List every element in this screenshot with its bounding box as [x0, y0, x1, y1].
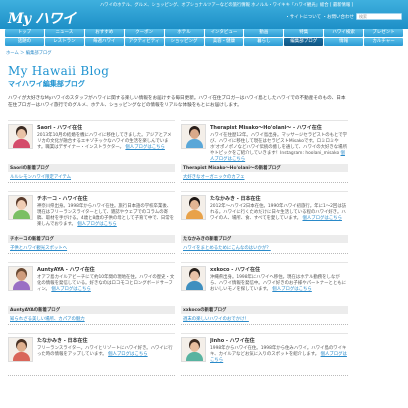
personal-blog-link[interactable]: 個人ブログはこちら [125, 145, 165, 150]
recent-blog-heading: AuntyAYAの新着ブログ [8, 306, 175, 314]
personal-blog-link[interactable]: 個人ブログはこちら [77, 222, 117, 227]
blogger-avatar[interactable] [8, 195, 33, 220]
recent-blog-link[interactable]: 知られざる美しい場所、カパアの魅力 [8, 314, 175, 324]
page-title: My Hawaii Blog [8, 64, 110, 78]
recent-blog-link[interactable]: 週末の楽しいハワイのおでかけ！ [181, 314, 348, 324]
recent-blog-link[interactable]: ルルレモンハワイ限定アイテム [8, 172, 175, 182]
nav-item[interactable]: インタビュー [204, 29, 244, 37]
blogger-avatar[interactable] [181, 195, 206, 220]
nav-item[interactable]: 毎週ハワイ [84, 38, 124, 46]
search-input[interactable]: 検索 [356, 13, 402, 20]
intro-text: ハワイが大好きなMyハワイのスタッフがハワイに関する楽しい情報をお届けする毎日更… [8, 96, 346, 108]
blogger-card: チホーコ - ハワイ在住神奈川県出身。1998年からハワイ在住。旅行日本語の学校… [8, 191, 175, 254]
blogger-name: たなかみき - 日本在住 [37, 338, 88, 344]
blogger-card: xxkoco - ハワイ在住沖縄県出身。1998年にハワイへ移住。現在はホテル勤… [181, 262, 348, 325]
recent-blog-heading: たなかみきの新着ブログ [181, 235, 348, 243]
blogger-bio: ハワイ在住歴12年。ハワイ島出身。マッサージセラピストのもとで学び、ハワイに移住… [210, 133, 348, 163]
personal-blog-link[interactable]: 個人ブログはこちら [51, 287, 91, 292]
nav-item[interactable]: ニュース [44, 29, 84, 37]
nav-item[interactable]: おすすめ [84, 29, 124, 37]
blogger-avatar[interactable] [181, 337, 206, 362]
blogger-card: Therapist Misako〜Ho'olani〜 - ハワイ在住ハワイ在住歴… [181, 120, 348, 183]
blogger-bio: 神奈川県出身。1998年からハワイ在住。旅行日本語の学校卒業後、現在はフリーラン… [37, 204, 175, 228]
blogger-bio: フリーランスライター。ハワイとリゾートにハワイ好き。ハワイに行った時の情報をアッ… [37, 346, 175, 358]
nav-item[interactable]: プレゼント [364, 29, 403, 37]
nav-item[interactable]: 情報 [324, 38, 364, 46]
site-logo[interactable]: My ハワイ [8, 8, 76, 28]
blogger-card: たなかみき - 日本在住 2012年〜ハワイ2日本在住。1990年ハワイ初旅行。年… [181, 191, 348, 254]
personal-blog-link[interactable]: 個人ブログはこちら [302, 216, 342, 221]
recent-blog-link[interactable]: 子供とハワイ観光スポットへ [8, 243, 175, 253]
nav-item[interactable]: ホテル [164, 29, 204, 37]
blogger-name: チホーコ - ハワイ在住 [37, 196, 88, 202]
blogger-avatar[interactable] [8, 266, 33, 291]
site-header: My ハワイ ハワイのホテル、グルメ、ショッピング、オプショナルツアーなどの旅行… [0, 0, 408, 29]
recent-blog-heading: Therapist Misako〜Ho'olani〜の新着ブログ [181, 164, 348, 172]
blogger-avatar[interactable] [181, 124, 206, 149]
blogger-bio-text: フリーランスライター。ハワイとリゾートにハワイ好き。ハワイに行った時の情報をアッ… [37, 346, 173, 357]
nav-item[interactable]: アクティビティ [124, 38, 164, 46]
main-nav: トップ ニュース おすすめ クーポン ホテル インタビュー 動画 特集 ハワイ検索 プレゼント話題… [5, 29, 403, 46]
recent-blog-heading: チホーコの新着ブログ [8, 235, 175, 243]
recent-blog-link[interactable]: ハワイをまとめるためにこんなのはいかが？ [181, 243, 348, 253]
blogger-name: たなかみき - 日本在住 [210, 196, 261, 202]
nav-item[interactable]: ハワイ検索 [324, 29, 364, 37]
blogger-card: たなかみき - 日本在住フリーランスライター。ハワイとリゾートにハワイ好き。ハワ… [8, 333, 175, 376]
blogger-bio: オアフ島カイルアビーチにて約10年間の現地在住。ハワイの歴史・文化の情報を発信し… [37, 275, 175, 293]
recent-blog-heading: xxkocoの新着ブログ [181, 306, 348, 314]
blogger-name: Jinho - ハワイ在住 [210, 338, 255, 344]
blogger-grid: Saori - ハワイ在住 2013年10月の結婚を機にハワイに移住してきました。… [8, 120, 348, 376]
site-tagline: ハワイのホテル、グルメ、ショッピング、オプショナルツアーなどの旅行情報 ホノルル… [100, 3, 354, 8]
nav-item[interactable]: 話題の [5, 38, 44, 46]
blogger-bio-text: ハワイ在住歴12年。ハワイ島出身。マッサージセラピストのもとで学び、ハワイに移住… [210, 133, 348, 156]
blogger-avatar[interactable] [8, 124, 33, 149]
blogger-name: Therapist Misako〜Ho'olani〜 - ハワイ在住 [210, 125, 322, 131]
nav-item[interactable]: 編集部ブログ [284, 38, 324, 46]
nav-item[interactable]: 動画 [244, 29, 284, 37]
blogger-card: AuntyAYA - ハワイ在住オアフ島カイルアビーチにて約10年間の現地在住。… [8, 262, 175, 325]
blogger-name: Saori - ハワイ在住 [37, 125, 83, 131]
personal-blog-link[interactable]: 個人ブログはこちら [272, 287, 312, 292]
recent-blog-heading: Saoriの新着ブログ [8, 164, 175, 172]
nav-item[interactable]: カルチャー [364, 38, 403, 46]
nav-item[interactable]: 特集 [284, 29, 324, 37]
nav-item[interactable]: 美容・健康 [204, 38, 244, 46]
personal-blog-link[interactable]: 個人ブログはこちら [108, 352, 148, 357]
header-links[interactable]: ・サイトについて ・お問い合わせ [285, 14, 354, 20]
nav-item[interactable]: トップ [5, 29, 44, 37]
blogger-card: Jinho - ハワイ在住 1998年からハワイ在住。1998年から住みハワイ。ハ… [181, 333, 348, 376]
nav-item[interactable]: クーポン [124, 29, 164, 37]
blogger-bio: 2013年10月の結婚を機にハワイに移住してきました。アジアとアメリカの文化が融… [37, 133, 175, 151]
blogger-bio: 沖縄県出身。1998年にハワイへ移住。現在はホテル勤務をしながら、ハワイ情報を発… [210, 275, 348, 293]
blogger-bio: 1998年からハワイ在住。1998年から住みハワイ。ハワイ島のワイキキ、カイルア… [210, 346, 348, 364]
blogger-avatar[interactable] [181, 266, 206, 291]
recent-blog-link[interactable]: 大好きなオーガニックのカフェ [181, 172, 348, 182]
nav-item[interactable]: ショッピング [164, 38, 204, 46]
breadcrumb[interactable]: ホーム ＞ 編集部ブログ [6, 50, 52, 56]
nav-item[interactable]: レストラン [44, 38, 84, 46]
blogger-name: xxkoco - ハワイ在住 [210, 267, 261, 273]
blogger-name: AuntyAYA - ハワイ在住 [37, 267, 95, 273]
nav-item[interactable]: 暮らし [244, 38, 284, 46]
blogger-card: Saori - ハワイ在住 2013年10月の結婚を機にハワイに移住してきました。… [8, 120, 175, 183]
blogger-bio: 2012年〜ハワイ2日本在住。1990年ハワイ初旅行。年に1〜2回は訪れる。ハワ… [210, 204, 348, 222]
blogger-avatar[interactable] [8, 337, 33, 362]
page-subtitle: マイハワイ編集部ブログ [8, 80, 85, 88]
